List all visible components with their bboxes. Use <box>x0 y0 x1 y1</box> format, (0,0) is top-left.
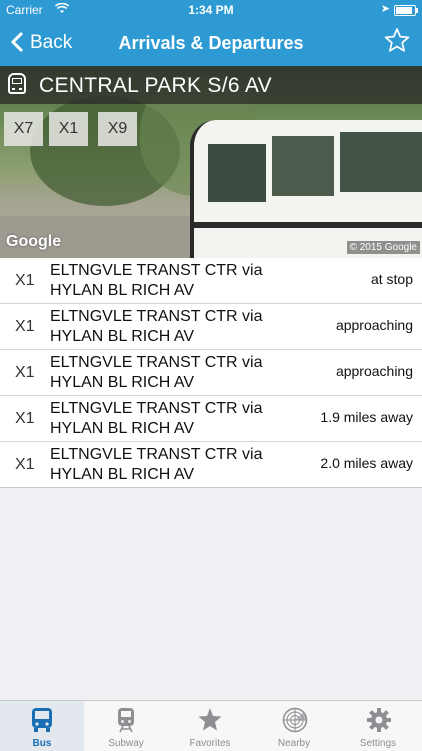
star-outline-icon <box>384 28 410 59</box>
destination-label: ELTNGVLE TRANST CTR via HYLAN BL RICH AV <box>50 354 263 391</box>
destination-label: ELTNGVLE TRANST CTR via HYLAN BL RICH AV <box>50 400 263 437</box>
location-arrow-icon: ➤ <box>380 3 390 15</box>
navigation-bar: Back Arrivals & Departures <box>0 20 422 66</box>
destination-label: ELTNGVLE TRANST CTR via HYLAN BL RICH AV <box>50 446 263 483</box>
favorite-star-button[interactable] <box>384 27 410 59</box>
destination-label: ELTNGVLE TRANST CTR via HYLAN BL RICH AV <box>50 262 263 299</box>
tab-favorites[interactable]: Favorites <box>168 701 252 751</box>
clock: 1:34 PM <box>188 3 234 17</box>
list-item[interactable]: X1 ELTNGVLE TRANST CTR via HYLAN BL RICH… <box>0 258 422 304</box>
tab-label: Settings <box>359 738 397 749</box>
list-item[interactable]: X1 ELTNGVLE TRANST CTR via HYLAN BL RICH… <box>0 304 422 350</box>
tab-label: Bus <box>32 738 52 749</box>
route-chip-x9[interactable]: X9 <box>98 112 137 146</box>
route-label: X1 <box>15 318 35 335</box>
arrival-status: approaching <box>335 317 413 333</box>
tab-label: Favorites <box>189 738 231 749</box>
list-item[interactable]: X1 ELTNGVLE TRANST CTR via HYLAN BL RICH… <box>0 350 422 396</box>
google-logo: Google <box>6 233 62 250</box>
route-chip-x7[interactable]: X7 <box>4 112 43 146</box>
star-icon <box>198 707 222 733</box>
route-label: X1 <box>15 272 35 289</box>
train-icon <box>114 707 138 733</box>
route-chip-x1[interactable]: X1 <box>49 112 88 146</box>
route-label: X1 <box>15 364 35 381</box>
destination-label: ELTNGVLE TRANST CTR via HYLAN BL RICH AV <box>50 308 263 345</box>
tab-settings[interactable]: Settings <box>336 701 420 751</box>
arrivals-list: X1 ELTNGVLE TRANST CTR via HYLAN BL RICH… <box>0 258 422 488</box>
tab-bar: Bus Subway Favorites Nearby Settings <box>0 700 422 751</box>
list-item[interactable]: X1 ELTNGVLE TRANST CTR via HYLAN BL RICH… <box>0 396 422 442</box>
arrival-status: at stop <box>370 271 413 287</box>
tab-subway[interactable]: Subway <box>84 701 168 751</box>
route-label: X1 <box>15 410 35 427</box>
map-copyright: © 2015 Google <box>346 241 420 254</box>
status-bar: Carrier 1:34 PM ➤ <box>0 0 422 20</box>
bus-icon <box>30 707 54 733</box>
arrival-status: approaching <box>335 363 413 379</box>
tab-label: Nearby <box>277 738 311 749</box>
route-label: X1 <box>15 456 35 473</box>
page-title: Arrivals & Departures <box>118 33 304 53</box>
bus-icon <box>8 73 26 94</box>
list-item[interactable]: X1 ELTNGVLE TRANST CTR via HYLAN BL RICH… <box>0 442 422 488</box>
stop-header: CENTRAL PARK S/6 AV <box>0 66 422 104</box>
stop-name: CENTRAL PARK S/6 AV <box>39 74 272 97</box>
radar-icon <box>282 707 308 733</box>
arrival-status: 2.0 miles away <box>320 455 413 471</box>
tab-nearby[interactable]: Nearby <box>252 701 336 751</box>
battery-icon <box>394 5 418 16</box>
tab-label: Subway <box>108 738 144 749</box>
arrival-status: 1.9 miles away <box>320 409 413 425</box>
tab-bus[interactable]: Bus <box>0 701 84 751</box>
gear-icon <box>366 707 391 733</box>
